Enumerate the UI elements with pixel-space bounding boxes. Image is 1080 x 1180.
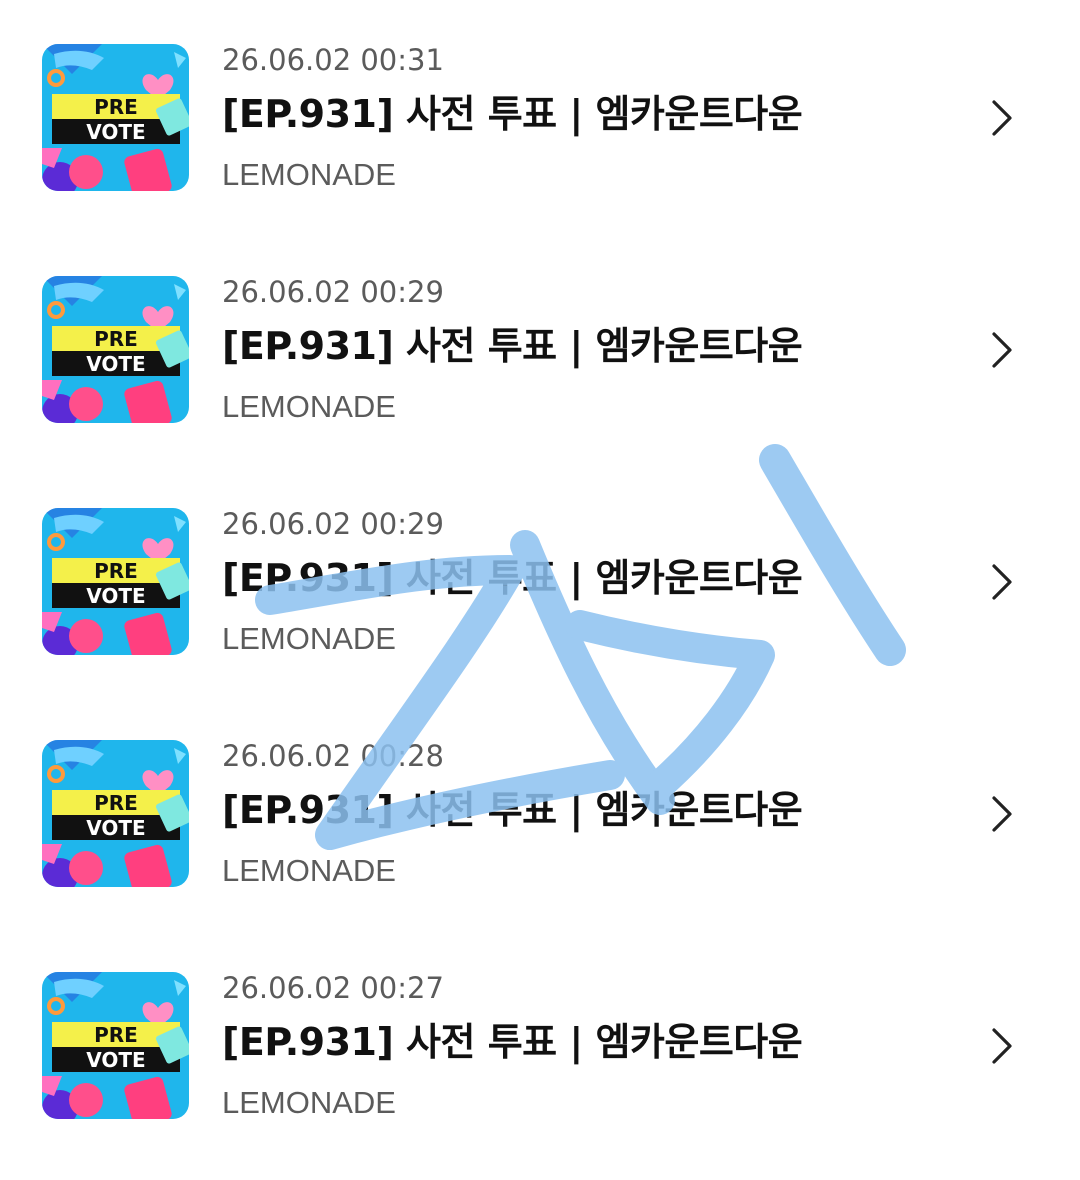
artist-name: LEMONADE: [222, 853, 396, 888]
vote-date: 26.06.02 00:31: [222, 43, 444, 77]
vote-title: [EP.931] 사전 투표 | 엠카운트다운: [222, 92, 803, 136]
pre-vote-thumbnail: PRE VOTE: [42, 276, 189, 423]
pre-label: PRE: [94, 559, 138, 583]
vote-date: 26.06.02 00:29: [222, 275, 444, 309]
pre-vote-thumbnail: PRE VOTE: [42, 740, 189, 887]
artist-name: LEMONADE: [222, 1085, 396, 1120]
list-item[interactable]: PRE VOTE 26.06.02 00:31 [EP.931] 사전 투표 |…: [0, 0, 1080, 232]
list-item[interactable]: PRE VOTE 26.06.02 00:28 [EP.931] 사전 투표 |…: [0, 696, 1080, 928]
pre-vote-thumbnail: PRE VOTE: [42, 972, 189, 1119]
chevron-right-icon[interactable]: [985, 96, 1019, 140]
vote-title: [EP.931] 사전 투표 | 엠카운트다운: [222, 324, 803, 368]
list-item[interactable]: PRE VOTE 26.06.02 00:29 [EP.931] 사전 투표 |…: [0, 464, 1080, 696]
pre-label: PRE: [94, 327, 138, 351]
vote-title: [EP.931] 사전 투표 | 엠카운트다운: [222, 1020, 803, 1064]
vote-title: [EP.931] 사전 투표 | 엠카운트다운: [222, 788, 803, 832]
vote-label: VOTE: [86, 352, 145, 376]
chevron-right-icon[interactable]: [985, 328, 1019, 372]
pre-label: PRE: [94, 1023, 138, 1047]
pre-label: PRE: [94, 791, 138, 815]
vote-label: VOTE: [86, 120, 145, 144]
pre-vote-thumbnail: PRE VOTE: [42, 508, 189, 655]
artist-name: LEMONADE: [222, 389, 396, 424]
vote-label: VOTE: [86, 1048, 145, 1072]
pre-label: PRE: [94, 95, 138, 119]
vote-date: 26.06.02 00:28: [222, 739, 444, 773]
vote-label: VOTE: [86, 584, 145, 608]
artist-name: LEMONADE: [222, 621, 396, 656]
vote-date: 26.06.02 00:27: [222, 971, 444, 1005]
vote-date: 26.06.02 00:29: [222, 507, 444, 541]
pre-vote-thumbnail: PRE VOTE: [42, 44, 189, 191]
chevron-right-icon[interactable]: [985, 792, 1019, 836]
chevron-right-icon[interactable]: [985, 1024, 1019, 1068]
vote-title: [EP.931] 사전 투표 | 엠카운트다운: [222, 556, 803, 600]
chevron-right-icon[interactable]: [985, 560, 1019, 604]
artist-name: LEMONADE: [222, 157, 396, 192]
list-item[interactable]: PRE VOTE 26.06.02 00:29 [EP.931] 사전 투표 |…: [0, 232, 1080, 464]
list-item[interactable]: PRE VOTE 26.06.02 00:27 [EP.931] 사전 투표 |…: [0, 928, 1080, 1160]
vote-label: VOTE: [86, 816, 145, 840]
